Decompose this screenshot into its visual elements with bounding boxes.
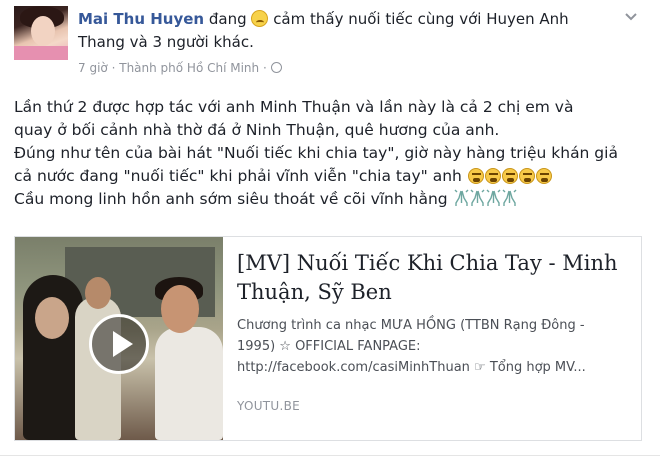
pray-hands-icon bbox=[470, 189, 485, 206]
pray-hands-icon bbox=[486, 189, 501, 206]
thumbnail-face bbox=[35, 297, 69, 339]
post-body-line: cả nước đang "nuối tiếc" khi phải vĩnh v… bbox=[14, 167, 462, 185]
crying-face-icon bbox=[501, 168, 518, 184]
play-icon[interactable] bbox=[89, 314, 149, 374]
feeling-prefix: đang bbox=[208, 10, 247, 28]
link-description-line: http://facebook.com/casiMinhThuan ☞ Tổng… bbox=[237, 360, 586, 375]
divider bbox=[0, 455, 660, 456]
post-body-line: Đúng như tên của bài hát "Nuối tiếc khi … bbox=[14, 144, 618, 162]
privacy-separator: · bbox=[262, 61, 267, 75]
link-description-line: Chương trình ca nhạc MƯA HỒNG (TTBN Rạng… bbox=[237, 318, 585, 333]
post-body: Lần thứ 2 được hợp tác với anh Minh Thuậ… bbox=[14, 96, 650, 211]
link-description: Chương trình ca nhạc MƯA HỒNG (TTBN Rạng… bbox=[237, 315, 633, 378]
post-meta: 7 giờ · Thành phố Hồ Chí Minh · bbox=[78, 60, 282, 76]
video-thumbnail[interactable] bbox=[15, 237, 223, 440]
avatar-shirt bbox=[14, 46, 68, 60]
crying-face-icon bbox=[535, 168, 552, 184]
crying-emoji-row bbox=[467, 167, 552, 185]
post-body-line: quay ở bối cảnh nhà thờ đá ở Ninh Thuận,… bbox=[14, 121, 500, 139]
facebook-post: Mai Thu Huyen đang cảm thấy nuối tiếc cù… bbox=[0, 0, 660, 462]
post-body-line-with-emoji: Cầu mong linh hồn anh sớm siêu thoát về … bbox=[14, 188, 650, 211]
crying-face-icon bbox=[518, 168, 535, 184]
pray-hands-icon bbox=[502, 189, 517, 206]
link-title[interactable]: [MV] Nuối Tiếc Khi Chia Tay - Minh Thuận… bbox=[237, 249, 633, 307]
link-preview-card[interactable]: [MV] Nuối Tiếc Khi Chia Tay - Minh Thuận… bbox=[14, 236, 642, 441]
avatar-face bbox=[31, 16, 55, 46]
globe-icon[interactable] bbox=[270, 62, 282, 73]
pray-hands-icon bbox=[454, 189, 469, 206]
thumbnail-person bbox=[155, 327, 223, 440]
link-source: YOUTU.BE bbox=[237, 399, 301, 413]
meta-separator: · bbox=[111, 61, 116, 75]
location-link[interactable]: Thành phố Hồ Chí Minh bbox=[119, 61, 259, 75]
chevron-down-icon[interactable] bbox=[624, 12, 638, 22]
pray-emoji-row bbox=[453, 189, 517, 208]
crying-face-icon bbox=[467, 168, 484, 184]
crying-face-icon bbox=[484, 168, 501, 184]
sad-face-icon bbox=[251, 10, 269, 27]
link-description-line: 1995) ☆ OFFICIAL FANPAGE: bbox=[237, 339, 421, 354]
post-time-link[interactable]: 7 giờ bbox=[78, 61, 108, 75]
author-name-link[interactable]: Mai Thu Huyen bbox=[78, 10, 204, 28]
post-header: Mai Thu Huyen đang cảm thấy nuối tiếc cù… bbox=[78, 8, 608, 54]
thumbnail-face bbox=[85, 277, 111, 309]
thumbnail-face bbox=[161, 285, 199, 333]
post-body-line-with-emoji: cả nước đang "nuối tiếc" khi phải vĩnh v… bbox=[14, 165, 650, 188]
author-avatar[interactable] bbox=[14, 6, 68, 60]
post-body-line: Lần thứ 2 được hợp tác với anh Minh Thuậ… bbox=[14, 98, 574, 116]
post-body-line: Cầu mong linh hồn anh sớm siêu thoát về … bbox=[14, 190, 448, 208]
